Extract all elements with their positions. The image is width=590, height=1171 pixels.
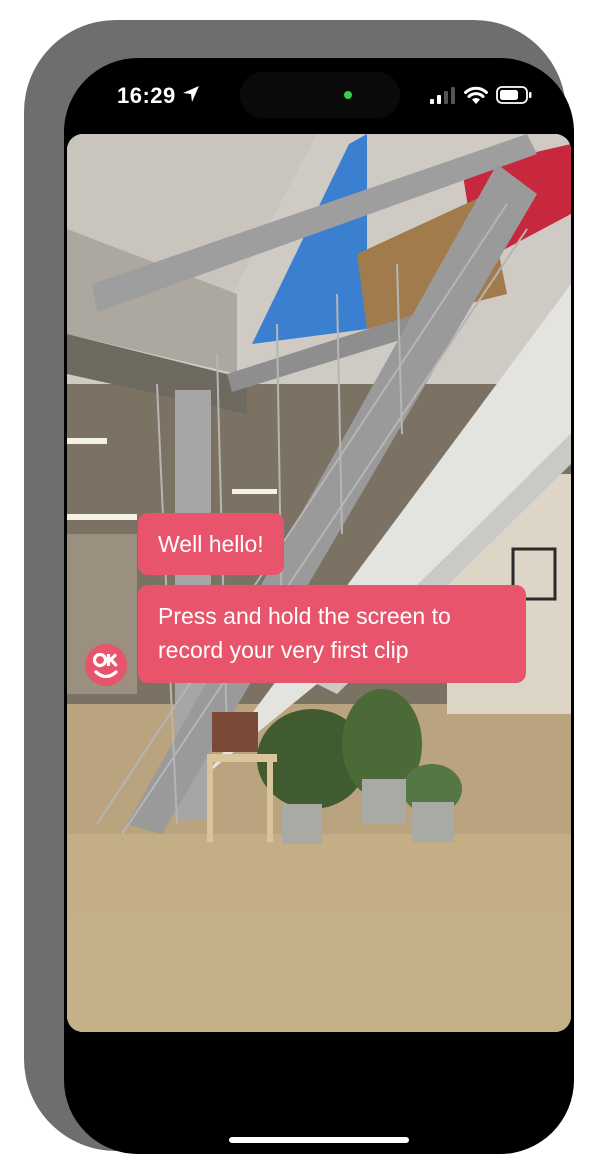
camera-in-use-indicator <box>344 91 352 99</box>
instruction-line-2: record your very first clip <box>158 637 409 663</box>
greeting-text: Well hello! <box>158 531 264 557</box>
ok-smiley-avatar-icon <box>85 644 127 686</box>
instruction-line-1: Press and hold the screen to <box>158 603 451 629</box>
ok-logo <box>85 644 127 686</box>
battery-icon <box>496 86 532 104</box>
phone-frame: 16:29 Well hello! Press and hold the scr… <box>24 20 574 1154</box>
status-time: 16:29 <box>117 83 176 108</box>
dynamic-island <box>240 72 400 118</box>
status-bar: 16:29 <box>64 58 574 132</box>
camera-viewfinder[interactable] <box>67 134 571 1032</box>
location-arrow-icon <box>183 86 199 102</box>
camera-preview-scene <box>67 134 571 1032</box>
chat-bubble-greeting: Well hello! <box>138 513 284 575</box>
home-indicator[interactable] <box>229 1137 409 1143</box>
chat-bubble-instruction: Press and hold the screen to record your… <box>138 585 526 683</box>
phone-screen: 16:29 Well hello! Press and hold the scr… <box>64 58 574 1154</box>
wifi-icon <box>464 86 488 104</box>
cellular-signal-icon <box>430 87 455 104</box>
